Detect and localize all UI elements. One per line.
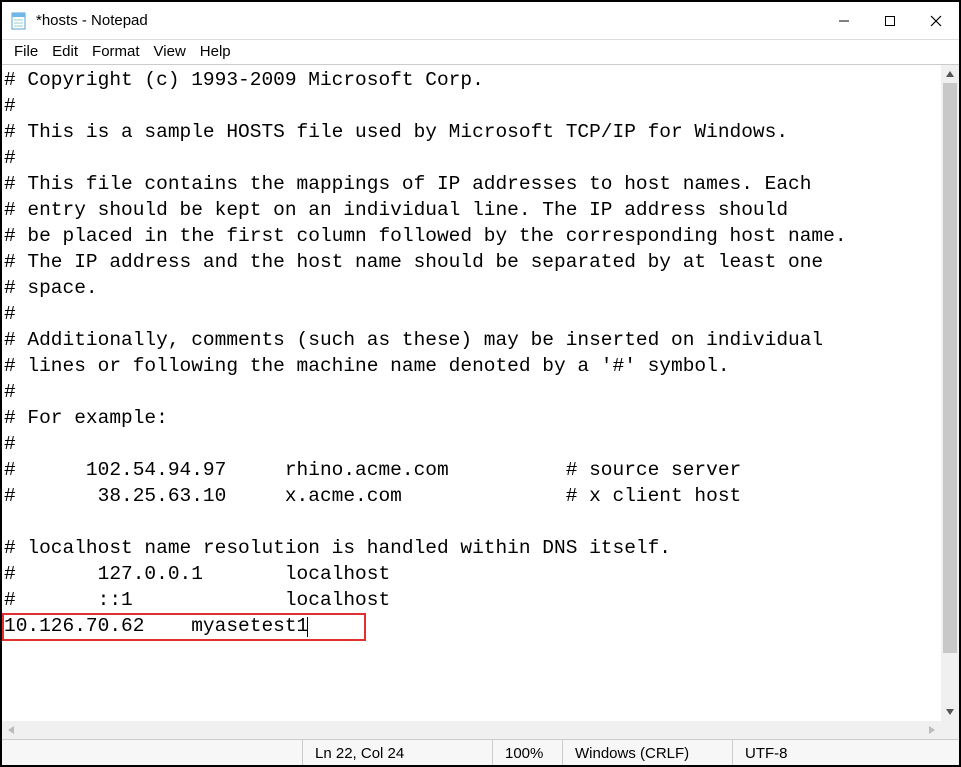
menubar: File Edit Format View Help — [2, 40, 959, 64]
horizontal-scrollbar[interactable] — [2, 721, 941, 739]
menu-file[interactable]: File — [8, 43, 44, 60]
hscroll-track[interactable] — [20, 721, 923, 739]
scroll-corner — [941, 721, 959, 739]
scroll-down-icon[interactable] — [941, 703, 959, 721]
close-button[interactable] — [913, 5, 959, 37]
status-empty — [2, 740, 302, 765]
menu-edit[interactable]: Edit — [46, 43, 84, 60]
status-position: Ln 22, Col 24 — [302, 740, 492, 765]
notepad-window: *hosts - Notepad File Edit Format View H… — [0, 0, 961, 767]
status-encoding: UTF-8 — [732, 740, 959, 765]
notepad-icon — [10, 12, 28, 30]
editor-area: # Copyright (c) 1993-2009 Microsoft Corp… — [2, 64, 959, 739]
window-title: *hosts - Notepad — [36, 12, 148, 29]
statusbar: Ln 22, Col 24 100% Windows (CRLF) UTF-8 — [2, 739, 959, 765]
vertical-scrollbar[interactable] — [941, 65, 959, 721]
text-editor[interactable]: # Copyright (c) 1993-2009 Microsoft Corp… — [2, 65, 941, 721]
scroll-up-icon[interactable] — [941, 65, 959, 83]
status-zoom: 100% — [492, 740, 562, 765]
minimize-button[interactable] — [821, 5, 867, 37]
menu-help[interactable]: Help — [194, 43, 237, 60]
titlebar[interactable]: *hosts - Notepad — [2, 2, 959, 40]
menu-format[interactable]: Format — [86, 43, 146, 60]
status-line-ending: Windows (CRLF) — [562, 740, 732, 765]
vscroll-thumb[interactable] — [943, 83, 957, 653]
vscroll-track[interactable] — [941, 83, 959, 703]
menu-view[interactable]: View — [148, 43, 192, 60]
scroll-right-icon[interactable] — [923, 721, 941, 739]
scroll-left-icon[interactable] — [2, 721, 20, 739]
maximize-button[interactable] — [867, 5, 913, 37]
